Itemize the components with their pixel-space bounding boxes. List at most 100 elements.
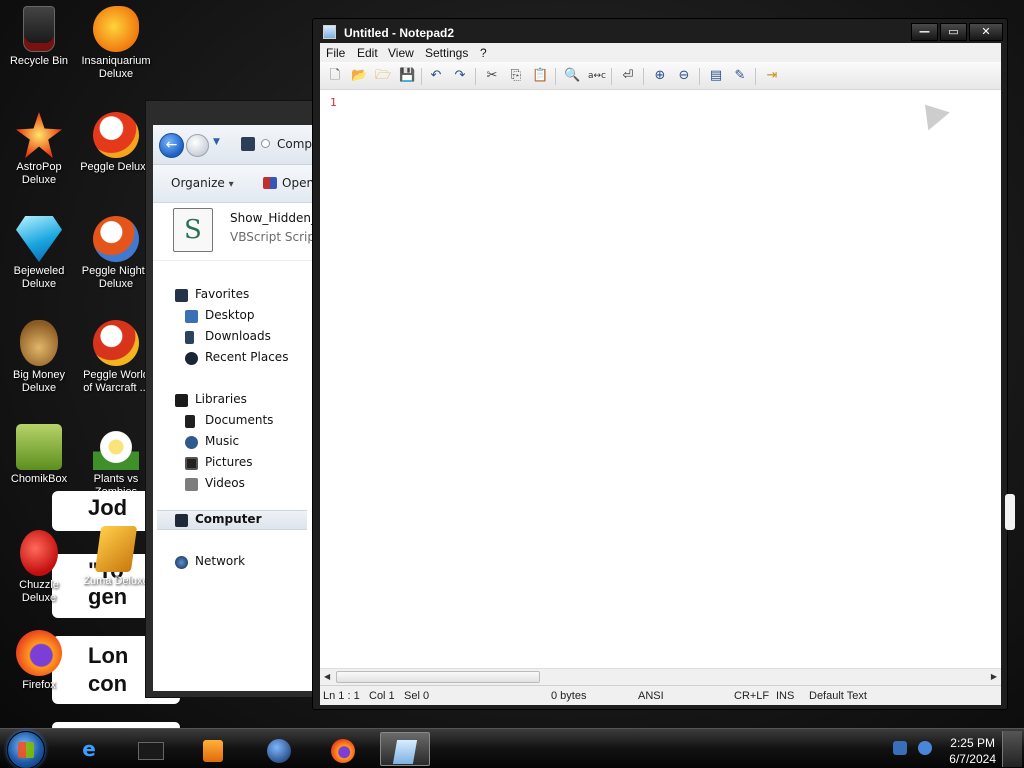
desktop-icon-label: Firefox [22, 679, 56, 691]
cut-icon[interactable]: ✂ [484, 68, 500, 84]
nav-item-music[interactable]: Music [205, 434, 239, 448]
organize-button[interactable]: Organize ▾ [171, 176, 234, 190]
desktop-icon-firefox[interactable]: Firefox [1, 630, 77, 692]
flower-icon [93, 424, 139, 470]
nav-item-favorites[interactable]: Favorites [195, 287, 249, 301]
desktop-icon-label: Chuzzle Deluxe [19, 579, 59, 604]
nav-item-videos[interactable]: Videos [205, 476, 245, 490]
notepad-icon[interactable] [380, 732, 430, 766]
nav-item-desktop[interactable]: Desktop [205, 308, 255, 322]
status-scheme[interactable]: Default Text [809, 690, 867, 702]
address-path[interactable]: Comp [277, 137, 312, 151]
scroll-right-icon[interactable]: ▶ [991, 672, 997, 681]
menu-settings[interactable]: Settings [425, 46, 468, 60]
scrollbar-thumb[interactable] [336, 671, 540, 683]
menu-edit[interactable]: Edit [357, 46, 378, 60]
nav-item-network[interactable]: Network [195, 554, 245, 568]
nav-item-recent-places[interactable]: Recent Places [205, 350, 288, 364]
desktop-icon-label: Recycle Bin [9, 55, 69, 67]
pictures-icon [185, 457, 198, 470]
status-column: Col 1 [369, 690, 395, 702]
status-bar: Ln 1 : 1 Col 1 Sel 0 0 bytes ANSI CR+LF … [320, 685, 1001, 705]
menu-help[interactable]: ? [480, 46, 487, 60]
status-line-endings[interactable]: CR+LF [734, 690, 769, 702]
customize-schemes-icon[interactable]: ✎ [732, 68, 748, 84]
recycle-bin-icon [23, 6, 55, 52]
find-icon[interactable]: 🔍 [564, 68, 580, 84]
replace-icon[interactable]: a↔c [588, 68, 606, 84]
scroll-left-icon[interactable]: ◀ [324, 672, 330, 681]
money-bag-icon [20, 320, 58, 366]
word-wrap-icon[interactable]: ⏎ [620, 68, 636, 84]
desktop-icon-chuzzle[interactable]: Chuzzle Deluxe [1, 530, 77, 605]
chevron-down-icon[interactable]: ▼ [213, 137, 220, 147]
back-button[interactable]: ← [159, 133, 184, 158]
undo-icon[interactable]: ↶ [428, 68, 444, 84]
zoom-out-icon[interactable]: ⊖ [676, 68, 692, 84]
desktop-icon-astropop[interactable]: AstroPop Deluxe [1, 112, 77, 187]
redo-icon[interactable]: ↷ [452, 68, 468, 84]
maximize-button[interactable]: ▭ [940, 23, 967, 41]
media-player-icon[interactable] [188, 732, 238, 766]
menu-view[interactable]: View [388, 46, 414, 60]
peggle-nights-icon [93, 216, 139, 262]
documents-icon [185, 415, 195, 428]
bluetooth-icon[interactable] [893, 741, 907, 755]
file-preview[interactable]: Show_Hidden_ VBScript Script [153, 203, 316, 261]
vbscript-file-icon [173, 208, 213, 252]
desktop-icon-peggle-nights[interactable]: Peggle Nights Deluxe [78, 216, 154, 291]
nav-item-pictures[interactable]: Pictures [205, 455, 253, 469]
firefox-icon[interactable] [318, 732, 368, 766]
title-bar[interactable]: Untitled - Notepad2 — ▭ ✕ [313, 19, 1007, 43]
desktop-icon-bejeweled[interactable]: Bejeweled Deluxe [1, 216, 77, 291]
desktop-icon-big-money[interactable]: Big Money Deluxe [1, 320, 77, 395]
window-title: Untitled - Notepad2 [344, 26, 454, 40]
explorer-icon[interactable] [126, 732, 176, 766]
internet-explorer-icon[interactable]: e [64, 732, 114, 766]
explorer-content: ← ▼ Comp Organize ▾ Open Show_Hidden_ VB… [153, 125, 316, 691]
open-button[interactable]: Open [282, 176, 314, 190]
chuzzle-icon [20, 530, 58, 576]
desktop-icon-chomikbox[interactable]: ChomikBox [1, 424, 77, 486]
desktop-icon-recycle-bin[interactable]: Recycle Bin [1, 6, 77, 68]
open-folder-icon[interactable]: 📂 [351, 68, 367, 84]
computer-icon [241, 137, 255, 151]
menu-file[interactable]: File [326, 46, 345, 60]
clock[interactable]: 2:25 PM 6/7/2024 [949, 735, 996, 767]
copy-icon[interactable]: ⎘ [508, 68, 524, 84]
new-file-icon[interactable]: 🗋 [327, 68, 343, 84]
explorer-window: ← ▼ Comp Organize ▾ Open Show_Hidden_ VB… [145, 100, 317, 698]
text-editor[interactable]: 1 [320, 90, 1001, 668]
forward-button[interactable] [186, 134, 209, 157]
network-tray-icon[interactable] [918, 741, 932, 755]
nav-item-documents[interactable]: Documents [205, 413, 273, 427]
nav-item-computer[interactable]: Computer [195, 512, 261, 526]
file-name: Show_Hidden_ [230, 211, 316, 225]
desktop-folder-icon [185, 310, 198, 323]
desktop-icon-peggle[interactable]: Peggle Deluxe [78, 112, 154, 174]
nav-item-downloads[interactable]: Downloads [205, 329, 271, 343]
notepad-icon [323, 25, 336, 39]
save-icon[interactable]: 💾 [399, 68, 415, 84]
exit-icon[interactable]: ⇥ [764, 68, 780, 84]
globe-icon[interactable] [254, 732, 304, 766]
horizontal-scrollbar[interactable]: ◀ ▶ [320, 668, 1001, 685]
address-separator-icon [261, 139, 270, 148]
start-button[interactable] [7, 731, 45, 768]
minimize-button[interactable]: — [911, 23, 938, 41]
status-encoding[interactable]: ANSI [638, 690, 664, 702]
schemes-icon[interactable]: ▤ [708, 68, 724, 84]
desktop-icon-plants-vs-zombies[interactable]: Plants vs Zombies [78, 424, 154, 499]
desktop-icon-insaniquarium[interactable]: Insaniquarium Deluxe [78, 6, 154, 81]
paste-icon[interactable]: 📋 [532, 68, 548, 84]
nav-item-libraries[interactable]: Libraries [195, 392, 247, 406]
desktop-gadget-tab[interactable] [1005, 494, 1015, 530]
status-line: Ln 1 : 1 [323, 690, 360, 702]
desktop-icon-zuma[interactable]: Zuma Deluxe [78, 526, 154, 588]
show-desktop-button[interactable] [1002, 731, 1022, 767]
desktop-icon-peggle-wow[interactable]: Peggle World of Warcraft ... [78, 320, 154, 395]
zoom-in-icon[interactable]: ⊕ [652, 68, 668, 84]
close-button[interactable]: ✕ [969, 23, 1003, 41]
downloads-icon [185, 331, 194, 344]
browse-icon[interactable]: 🗁 [375, 68, 391, 84]
